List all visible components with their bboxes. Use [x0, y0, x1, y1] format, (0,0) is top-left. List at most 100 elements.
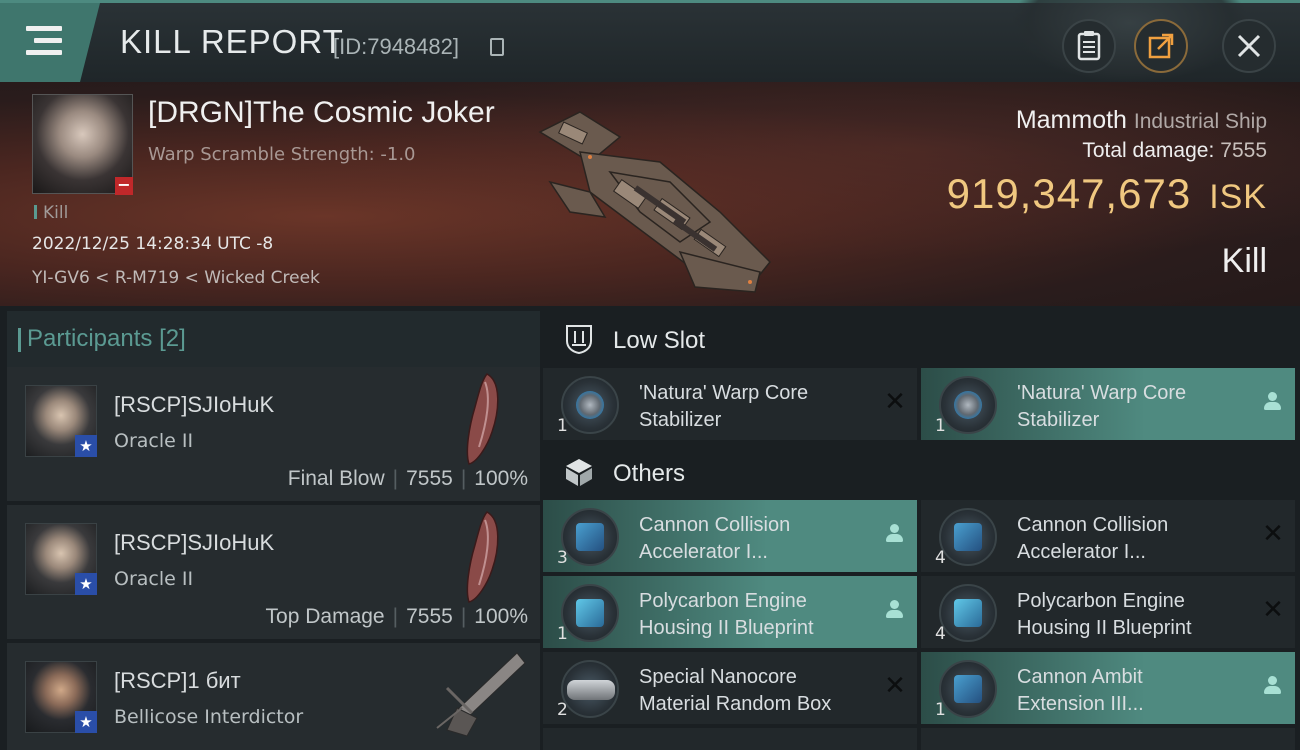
background-decoration [1010, 0, 1250, 83]
module-item[interactable]: 4 Cannon Collision Accelerator I... ✕ [921, 500, 1295, 572]
oracle-ship-icon [466, 511, 499, 603]
modules-panel: Low Slot 1 'Natura' Warp Core Stabilizer … [543, 306, 1300, 750]
page-title: KILL REPORT [120, 23, 344, 60]
warp-scramble-strength: Warp Scramble Strength: -1.0 [148, 144, 416, 165]
interdictor-ship-icon [436, 652, 526, 737]
participant-damage: 7555 [406, 467, 453, 490]
module-name-line: Material Random Box [639, 693, 832, 715]
isk-value: 919,347,673 ISK [947, 170, 1267, 218]
total-damage-value: 7555 [1220, 139, 1267, 162]
module-name-line: Special Nanocore [639, 666, 797, 688]
module-name-line: Polycarbon Engine [1017, 590, 1185, 612]
destroyed-badge-icon: − [115, 177, 133, 195]
menu-icon [26, 26, 62, 31]
destroyed-icon: ✕ [1262, 519, 1284, 549]
participants-count: [2] [159, 325, 186, 352]
victim-banner: − [DRGN]The Cosmic Joker Warp Scramble S… [0, 82, 1300, 306]
participants-label: Participants [27, 325, 153, 352]
others-header: Others [543, 442, 1300, 504]
engine-blueprint-icon [561, 584, 619, 642]
report-id: [ID:7948482] [333, 34, 459, 59]
clipboard-button[interactable] [1062, 19, 1116, 73]
kill-location[interactable]: YI-GV6 < R-M719 < Wicked Creek [32, 268, 320, 288]
dropped-person-icon [885, 524, 903, 544]
ship-class: Industrial Ship [1133, 110, 1267, 133]
dropped-person-icon [1263, 676, 1281, 696]
module-name: Polycarbon Engine Housing II Blueprint [1017, 588, 1252, 642]
destroyed-icon: ✕ [1262, 595, 1284, 625]
kill-tag: Kill [34, 203, 68, 223]
kill-result: Kill [1221, 242, 1267, 280]
module-name-line: Housing II Blueprint [1017, 617, 1192, 639]
participant-stats: Top Damage | 7555 | 100% [265, 605, 528, 628]
module-name: 'Natura' Warp Core Stabilizer [1017, 380, 1252, 434]
module-name: Cannon Collision Accelerator I... [639, 512, 874, 566]
module-name-line: Accelerator I... [1017, 541, 1146, 563]
victim-name[interactable]: [DRGN]The Cosmic Joker [148, 96, 495, 130]
participant-role: Top Damage [265, 605, 385, 628]
module-name-line: 'Natura' Warp Core [639, 382, 809, 404]
participants-header[interactable]: Participants [2] [7, 311, 540, 367]
module-item[interactable]: 3 Cannon Collision Accelerator I... [543, 500, 917, 572]
menu-button[interactable] [0, 3, 100, 82]
cannon-collision-icon [939, 508, 997, 566]
module-name: Cannon Ambit Extension III... [1017, 664, 1252, 718]
victim-ship[interactable]: Mammoth Industrial Ship [1016, 106, 1267, 135]
module-name-line: Polycarbon Engine [639, 590, 807, 612]
module-item[interactable]: 2 Special Nanocore Material Random Box ✕ [543, 652, 917, 724]
participant-row[interactable]: ★ [RSCP]1 бит Bellicose Interdictor [7, 643, 540, 750]
module-quantity: 4 [935, 548, 946, 568]
total-damage-label: Total damage: [1082, 139, 1215, 162]
module-name-line: Housing II Blueprint [639, 617, 814, 639]
module-item[interactable]: 4 Polycarbon Engine Housing II Blueprint … [921, 576, 1295, 648]
low-slot-header: Low Slot [543, 309, 1300, 371]
module-item-partial[interactable] [543, 728, 917, 750]
clipboard-icon [1077, 31, 1101, 61]
module-name-line: Cannon Collision [639, 514, 791, 536]
participant-row[interactable]: ★ [RSCP]SJIoHuK Oracle II Top Damage | 755… [7, 505, 540, 639]
participants-panel: Participants [2] ★ [RSCP]SJIoHuK Oracle … [0, 306, 543, 750]
isk-unit: ISK [1209, 178, 1267, 216]
module-quantity: 1 [935, 700, 946, 720]
module-name-line: Cannon Ambit [1017, 666, 1143, 688]
warp-core-stabilizer-icon [939, 376, 997, 434]
module-name-line: Cannon Collision [1017, 514, 1169, 536]
close-button[interactable] [1222, 19, 1276, 73]
module-name-line: Accelerator I... [639, 541, 768, 563]
participant-stats: Final Blow | 7555 | 100% [287, 467, 528, 490]
module-name-line: Stabilizer [1017, 409, 1100, 431]
module-name: Special Nanocore Material Random Box [639, 664, 874, 718]
engine-blueprint-icon [939, 584, 997, 642]
module-quantity: 3 [557, 548, 568, 568]
title-bar: KILL REPORT [ID:7948482] [0, 0, 1300, 83]
module-item-partial[interactable] [921, 728, 1295, 750]
victim-ship-image [538, 111, 772, 293]
participant-row[interactable]: ★ [RSCP]SJIoHuK Oracle II Final Blow | 755… [7, 367, 540, 501]
ship-name: Mammoth [1015, 106, 1127, 134]
participant-ship: Oracle II [114, 430, 194, 452]
random-box-icon [561, 660, 619, 718]
module-item[interactable]: 1 Cannon Ambit Extension III... [921, 652, 1295, 724]
others-label: Others [613, 460, 686, 487]
participant-name: [RSCP]SJIoHuK [114, 392, 275, 417]
dropped-person-icon [885, 600, 903, 620]
module-quantity: 1 [935, 416, 946, 436]
cannon-collision-icon [561, 508, 619, 566]
module-name-line: Extension III... [1017, 693, 1144, 715]
star-icon: ★ [75, 435, 97, 457]
participant-name: [RSCP]SJIoHuK [114, 530, 275, 555]
module-name: 'Natura' Warp Core Stabilizer [639, 380, 874, 434]
module-item[interactable]: 1 'Natura' Warp Core Stabilizer ✕ [543, 368, 917, 440]
low-slot-icon [566, 325, 592, 355]
module-item[interactable]: 1 'Natura' Warp Core Stabilizer [921, 368, 1295, 440]
destroyed-icon: ✕ [884, 671, 906, 701]
star-icon: ★ [75, 573, 97, 595]
participant-ship: Bellicose Interdictor [114, 706, 304, 728]
copy-icon[interactable] [490, 38, 504, 56]
dropped-person-icon [1263, 392, 1281, 412]
share-button[interactable] [1134, 19, 1188, 73]
module-item[interactable]: 1 Polycarbon Engine Housing II Blueprint [543, 576, 917, 648]
participant-damage: 7555 [406, 605, 453, 628]
share-icon [1148, 33, 1174, 59]
participant-name: [RSCP]1 бит [114, 668, 241, 693]
